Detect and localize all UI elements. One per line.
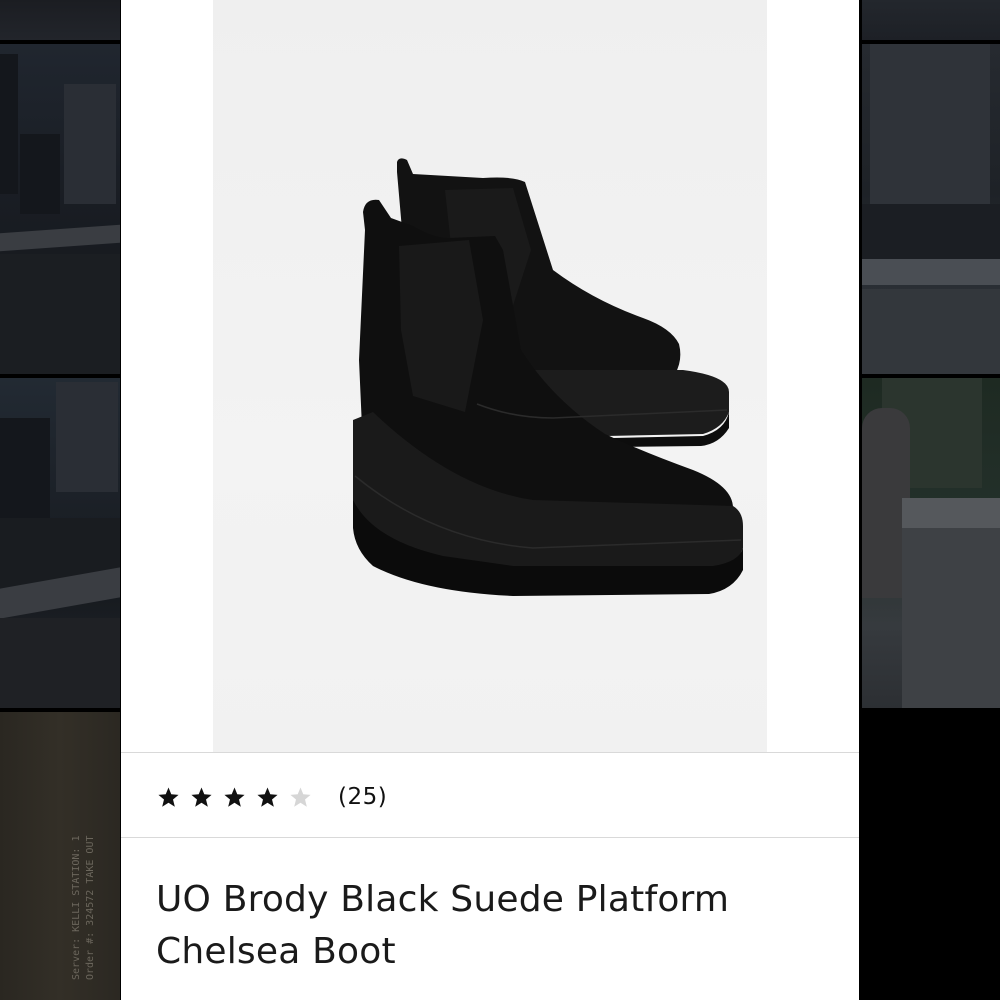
background-photo-tile [0, 44, 120, 374]
star-empty-icon [289, 786, 312, 809]
background-photo-tile [862, 378, 1000, 708]
star-filled-icon [157, 786, 180, 809]
background-photo-tile [0, 0, 120, 40]
star-filled-icon [256, 786, 279, 809]
product-image[interactable] [213, 0, 767, 752]
rating-row[interactable]: (25) [157, 778, 387, 816]
product-title: UO Brody Black Suede Platform Chelsea Bo… [156, 879, 730, 972]
divider [121, 837, 859, 838]
star-filled-icon [190, 786, 213, 809]
screen: Server: KELLI STATION: 1 Order #: 324572… [0, 0, 1000, 1000]
chelsea-boots-illustration [353, 158, 743, 596]
review-count[interactable]: (25) [338, 784, 387, 810]
background-photo-tile [862, 0, 1000, 40]
background-photo-tile [0, 378, 120, 708]
background-photo-tile [862, 44, 1000, 374]
background-receipt-text: Server: KELLI STATION: 1 Order #: 324572… [71, 835, 96, 981]
star-rating [157, 786, 322, 809]
divider [121, 752, 859, 753]
product-card[interactable]: (25) UO Brody Black Suede Platform Chels… [121, 0, 859, 1000]
star-filled-icon [223, 786, 246, 809]
